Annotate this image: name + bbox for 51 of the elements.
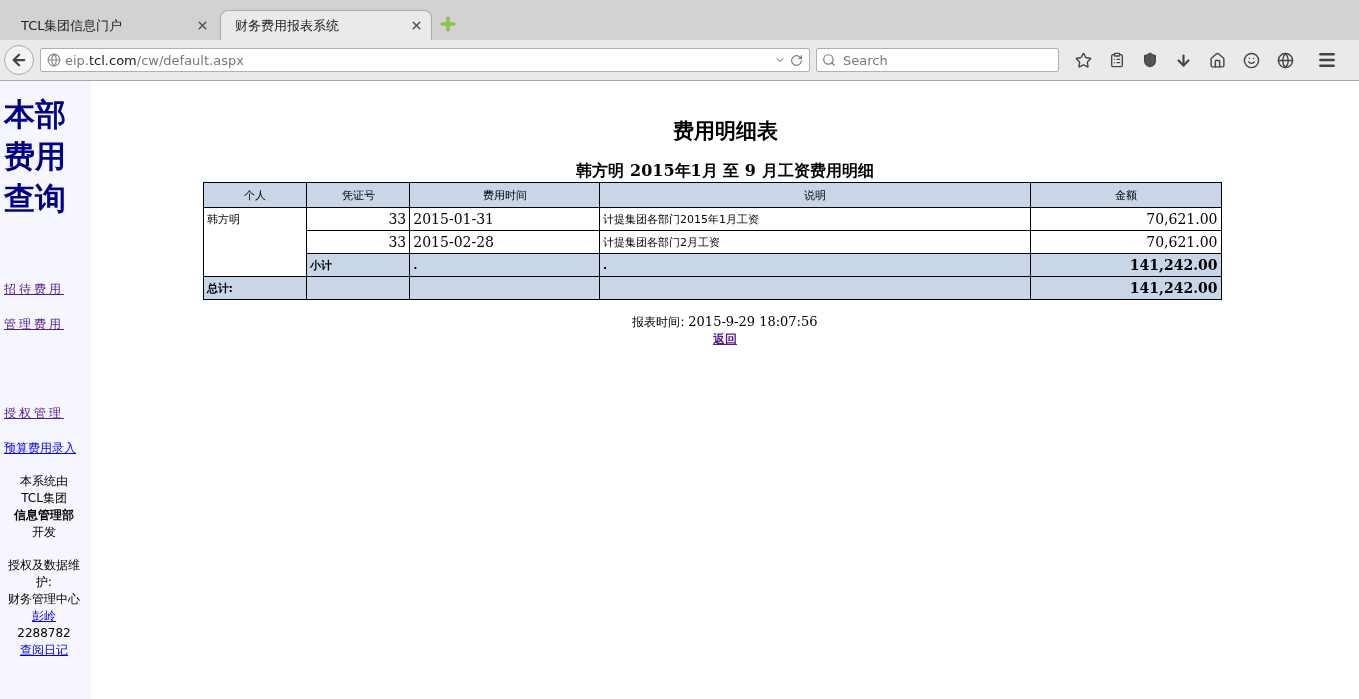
table-cell: 2015-02-28	[409, 230, 600, 254]
bookmark-star-icon[interactable]	[1075, 51, 1092, 69]
sidebar-link[interactable]: 预算费用录入	[4, 440, 76, 457]
menu-icon[interactable]	[1317, 50, 1337, 70]
table-cell: 2015-01-31	[409, 207, 600, 231]
download-icon[interactable]	[1175, 51, 1192, 69]
globe-icon[interactable]	[1277, 51, 1294, 69]
credit-text: 本系统由	[19, 473, 69, 490]
column-header: 费用时间	[409, 182, 600, 208]
search-field[interactable]: Search	[816, 48, 1059, 72]
back-link[interactable]: 返回	[713, 331, 737, 348]
reload-icon[interactable]	[790, 53, 803, 67]
person-cell: 韩方明	[203, 207, 307, 277]
table-cell: 141,242.00	[1030, 253, 1221, 277]
globe-icon	[47, 53, 61, 67]
report-subtitle: 韩方明 2015年1月 至 9 月工资费用明细	[576, 161, 874, 182]
report-title: 费用明细表	[672, 118, 778, 145]
sidebar-link[interactable]: 管理费用	[4, 316, 64, 333]
credit-text: 财务管理中心	[7, 591, 81, 608]
chat-icon[interactable]	[1243, 51, 1260, 69]
table-cell: 总计:	[203, 276, 307, 300]
table-cell: 计提集团各部门2月工资	[599, 230, 1031, 254]
credit-text: 信息管理部	[12, 507, 75, 524]
close-icon[interactable]	[196, 19, 209, 32]
credit-text: 开发	[31, 524, 57, 541]
sidebar-link[interactable]: 授权管理	[4, 405, 64, 422]
credit-text: 2288782	[16, 625, 72, 642]
contact-link[interactable]: 彭岭	[32, 608, 56, 625]
credit-text: TCL集团	[20, 490, 68, 507]
column-header: 凭证号	[306, 182, 410, 208]
column-header: 金额	[1030, 182, 1221, 208]
credit-text: 授权及数据维护:	[7, 557, 81, 591]
table-cell: .	[409, 253, 600, 277]
table-cell: 141,242.00	[1030, 276, 1221, 300]
contact-link[interactable]: 查阅日记	[20, 642, 68, 659]
clipboard-icon[interactable]	[1109, 52, 1125, 68]
table-cell: 70,621.00	[1030, 230, 1221, 254]
back-button[interactable]	[4, 45, 34, 75]
table-cell: 计提集团各部门2015年1月工资	[599, 207, 1031, 231]
table-cell: .	[599, 253, 1031, 277]
sidebar-title: 本部费用查询	[4, 95, 67, 218]
report-time: 报表时间: 2015-9-29 18:07:56	[632, 314, 818, 331]
sidebar-link[interactable]: 招待费用	[4, 281, 64, 298]
column-header: 说明	[599, 182, 1031, 208]
browser-tab[interactable]: 财务费用报表系统	[220, 10, 432, 40]
table-cell: 70,621.00	[1030, 207, 1221, 231]
home-icon[interactable]	[1209, 51, 1226, 69]
column-header: 个人	[203, 182, 307, 208]
address-field[interactable]: eip.tcl.com/cw/default.aspx	[40, 48, 810, 72]
browser-tab[interactable]: TCL集团信息门户	[6, 10, 218, 40]
close-icon[interactable]	[410, 19, 423, 32]
